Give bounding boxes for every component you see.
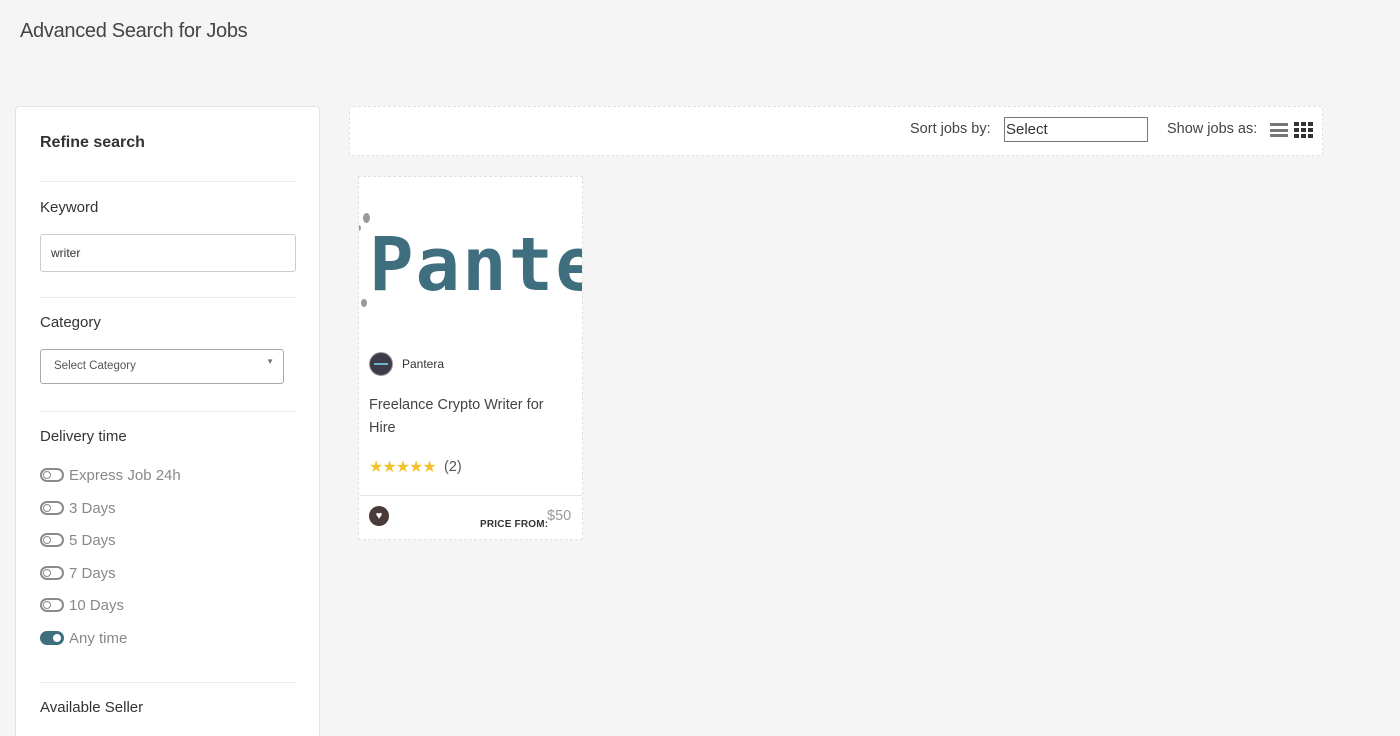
delivery-option-3-days[interactable]: 3 Days [40,497,116,519]
job-thumbnail[interactable]: Panter [359,177,582,327]
thumbnail-logo-text: Panter [369,222,582,308]
star-rating-icon: ★★★★★ [369,459,437,476]
delivery-option-5-days[interactable]: 5 Days [40,529,116,551]
sort-label: Sort jobs by: [910,121,991,137]
seller-name[interactable]: Pantera [402,357,444,371]
decorative-dot [361,299,367,307]
delivery-option-10-days[interactable]: 10 Days [40,594,124,616]
sort-toolbar: Sort jobs by: Select Show jobs as: [349,106,1323,156]
toggle-off-icon [40,566,64,580]
delivery-time-label: Delivery time [40,428,127,445]
sort-select[interactable]: Select [1004,117,1148,142]
delivery-option-label: 10 Days [69,596,125,614]
toggle-off-icon [40,598,64,612]
divider [40,682,296,683]
price-value: $50 [547,508,572,524]
show-jobs-label: Show jobs as: [1167,121,1258,137]
heart-icon[interactable]: ♥ [369,506,389,526]
keyword-input[interactable] [40,234,296,272]
delivery-option-any-time[interactable]: Any time [40,627,127,649]
toggle-off-icon [40,533,64,547]
available-seller-label: Available Seller [40,699,144,716]
divider [40,297,296,298]
seller-avatar[interactable] [369,352,393,376]
divider [359,495,582,496]
divider [40,411,296,412]
job-card[interactable]: Panter Pantera Freelance Crypto Writer f… [358,176,583,540]
delivery-option-express-24h[interactable]: Express Job 24h [40,464,181,486]
category-label: Category [40,314,101,331]
keyword-label: Keyword [40,199,99,216]
price-label: PRICE FROM: [480,519,549,530]
delivery-option-label: Express Job 24h [69,466,181,484]
toggle-off-icon [40,501,64,515]
divider [40,181,296,182]
job-title[interactable]: Freelance Crypto Writer for Hire [369,394,569,440]
chevron-down-icon: ▼ [266,357,274,366]
rating-count: (2) [444,459,462,475]
decorative-dot [359,225,361,231]
delivery-option-label: Any time [69,629,128,647]
category-select[interactable]: Select Category ▼ [40,349,284,384]
list-view-icon[interactable] [1270,123,1288,137]
delivery-option-label: 3 Days [69,499,116,517]
grid-view-icon[interactable] [1294,122,1313,138]
delivery-option-label: 7 Days [69,564,116,582]
category-select-value: Select Category [54,360,136,372]
toggle-on-icon [40,631,64,645]
delivery-option-label: 5 Days [69,531,116,549]
refine-search-heading: Refine search [40,134,145,151]
page-title: Advanced Search for Jobs [20,20,248,42]
delivery-option-7-days[interactable]: 7 Days [40,562,116,584]
toggle-off-icon [40,468,64,482]
refine-search-panel: Refine search Keyword Category Select Ca… [15,106,320,736]
